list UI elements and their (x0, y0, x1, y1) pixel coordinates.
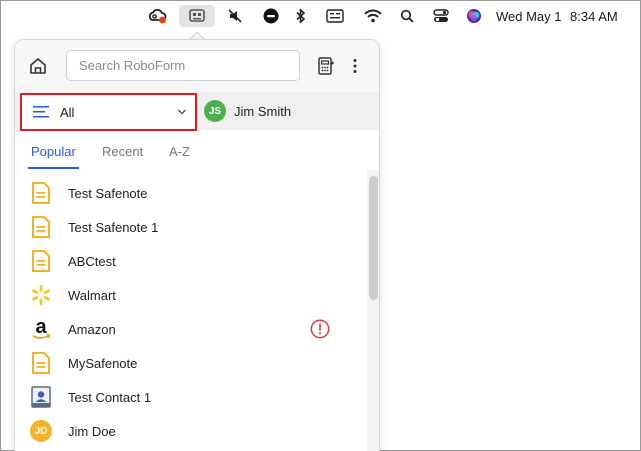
tab-recent[interactable]: Recent (102, 144, 143, 170)
filter-bar: All JS Jim Smith (15, 92, 379, 131)
more-vertical-icon (353, 59, 357, 73)
menubar-time[interactable]: 8:34 AM (570, 5, 632, 27)
amazon-icon: a (30, 317, 52, 340)
roboform-icon[interactable] (179, 5, 215, 27)
item-name: Jim Doe (68, 423, 116, 439)
home-icon (30, 58, 46, 74)
item-name: ABCtest (68, 253, 116, 269)
creative-cloud-icon[interactable] (146, 5, 168, 27)
list-item[interactable]: Walmart (15, 278, 367, 312)
user-avatar: JS (204, 100, 226, 122)
siri-icon[interactable] (464, 5, 484, 27)
password-generator-button[interactable] (315, 53, 337, 79)
item-name: Test Safenote 1 (68, 219, 159, 235)
item-name: MySafenote (68, 355, 138, 371)
contact-icon (30, 386, 52, 408)
warning-icon[interactable] (310, 319, 330, 339)
list-item[interactable]: Test Contact 1 (15, 380, 367, 414)
search-input[interactable] (66, 50, 300, 81)
list-item[interactable]: Test Safenote 1 (15, 210, 367, 244)
chevron-down-icon (178, 109, 186, 115)
user-name: Jim Smith (234, 103, 292, 119)
password-generator-icon (318, 57, 334, 75)
safenote-icon (30, 250, 52, 272)
folder-dropdown[interactable]: All (20, 93, 197, 131)
avatar: JD (30, 420, 52, 442)
tab-a-z[interactable]: A-Z (169, 144, 190, 170)
svg-text:a: a (35, 317, 47, 338)
item-name: Walmart (68, 287, 116, 303)
list-item[interactable]: ABCtest (15, 244, 367, 278)
tab-bar: Popular Recent A-Z (15, 140, 379, 170)
active-tab-indicator (28, 167, 79, 169)
home-button[interactable] (25, 53, 51, 79)
mute-icon[interactable] (225, 5, 245, 27)
scrollbar-thumb[interactable] (369, 176, 378, 300)
list-icon (33, 106, 49, 118)
safenote-icon (30, 352, 52, 374)
item-name: Test Contact 1 (68, 389, 152, 405)
user-identity[interactable]: JS Jim Smith (204, 100, 291, 122)
menubar-date[interactable]: Wed May 1 (496, 5, 566, 27)
list-item[interactable]: Test Safenote (15, 176, 367, 210)
bluetooth-icon[interactable] (293, 5, 309, 27)
control-center-icon[interactable] (431, 5, 451, 27)
jim-doe-avatar: JD (30, 420, 52, 442)
focus-icon[interactable] (261, 5, 281, 27)
roboform-popover: All JS Jim Smith Popular Recent A-Z Test… (14, 39, 380, 451)
popover-header (15, 40, 379, 92)
spotlight-icon[interactable] (398, 5, 416, 27)
safenote-icon (30, 216, 52, 238)
more-menu-button[interactable] (347, 53, 363, 79)
item-name: Test Safenote (68, 185, 148, 201)
list-item[interactable]: a Amazon (15, 312, 367, 346)
folder-dropdown-label: All (60, 104, 75, 120)
list-item[interactable]: JD Jim Doe (15, 414, 367, 448)
item-name: Amazon (68, 321, 116, 337)
wifi-icon[interactable] (362, 5, 384, 27)
input-source-icon[interactable] (325, 5, 345, 27)
menu-bar: Wed May 1 8:34 AM (1, 1, 640, 30)
walmart-icon (30, 284, 52, 306)
list-item[interactable]: MySafenote (15, 346, 367, 380)
safenote-icon (30, 182, 52, 204)
